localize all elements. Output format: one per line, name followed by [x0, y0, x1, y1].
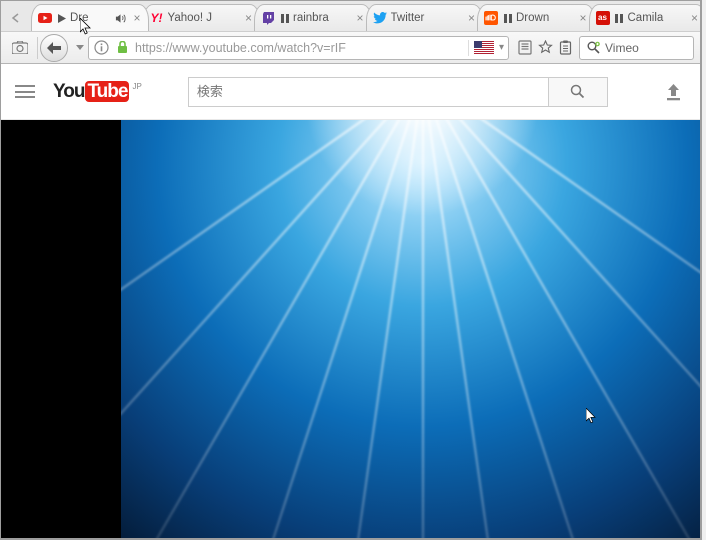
- tab-scroll-left[interactable]: [1, 4, 31, 31]
- page-content: YouTube JP: [1, 64, 700, 538]
- url-bar[interactable]: https://www.youtube.com/watch?v=rIF ▾: [88, 36, 509, 60]
- tab-soundcloud[interactable]: Drown ×: [477, 4, 595, 31]
- flag-us-icon[interactable]: [474, 41, 494, 55]
- video-frame: [121, 120, 700, 538]
- video-player[interactable]: [1, 120, 700, 538]
- close-icon[interactable]: ×: [577, 12, 590, 25]
- youtube-icon: [38, 11, 52, 25]
- pause-icon: [614, 13, 625, 24]
- search-input[interactable]: [188, 77, 548, 107]
- tab-twitter[interactable]: Twitter ×: [366, 4, 484, 31]
- tab-youtube[interactable]: Dre ×: [31, 4, 149, 31]
- tab-title: Drown: [516, 12, 575, 24]
- tab-yahoo[interactable]: Y! Yahoo! J ×: [143, 4, 261, 31]
- twitter-icon: [373, 11, 387, 25]
- twitch-icon: [261, 11, 275, 25]
- tab-title: rainbra: [293, 12, 352, 24]
- bookmark-star-icon[interactable]: [535, 38, 555, 58]
- url-text: https://www.youtube.com/watch?v=rIF: [135, 41, 463, 55]
- upload-button[interactable]: [662, 81, 684, 103]
- tab-title: Camila: [628, 12, 687, 24]
- screenshot-button[interactable]: [7, 35, 33, 61]
- back-button[interactable]: [40, 34, 68, 62]
- site-info-icon[interactable]: [93, 40, 109, 56]
- url-dropdown-icon[interactable]: ▾: [499, 42, 504, 53]
- lastfm-icon: as: [596, 11, 610, 25]
- close-icon[interactable]: ×: [688, 12, 701, 25]
- tab-lastfm[interactable]: as Camila ×: [589, 4, 703, 31]
- speaker-icon[interactable]: [115, 13, 126, 24]
- close-icon[interactable]: ×: [354, 12, 367, 25]
- browser-search-box[interactable]: Vimeo: [579, 36, 694, 60]
- reader-icon[interactable]: [515, 38, 535, 58]
- tab-twitch[interactable]: rainbra ×: [254, 4, 372, 31]
- youtube-header: YouTube JP: [1, 64, 700, 120]
- lock-icon: [114, 40, 130, 56]
- close-icon[interactable]: ×: [131, 12, 144, 25]
- vimeo-search-icon: [586, 41, 600, 55]
- play-icon: [56, 13, 67, 24]
- country-code: JP: [132, 82, 141, 91]
- soundcloud-icon: [484, 11, 498, 25]
- search-icon: [570, 84, 585, 99]
- tab-strip: Dre × Y! Yahoo! J × rainbra × Twit: [1, 1, 700, 31]
- search-engine-label: Vimeo: [605, 41, 639, 55]
- tab-title: Twitter: [391, 12, 464, 24]
- dropdown-history[interactable]: [72, 35, 88, 61]
- nav-bar: https://www.youtube.com/watch?v=rIF ▾ Vi…: [1, 31, 700, 64]
- pause-icon: [279, 13, 290, 24]
- youtube-logo[interactable]: YouTube JP: [53, 81, 142, 103]
- search-button[interactable]: [548, 77, 608, 107]
- video-letterbox: [1, 120, 121, 538]
- tab-title: Dre: [70, 12, 115, 24]
- hamburger-menu-icon[interactable]: [15, 81, 37, 103]
- youtube-search: [188, 77, 608, 107]
- pause-icon: [502, 13, 513, 24]
- mouse-cursor: [586, 408, 598, 426]
- yahoo-icon: Y!: [150, 11, 164, 25]
- tab-title: Yahoo! J: [168, 12, 241, 24]
- clipboard-icon[interactable]: [555, 38, 575, 58]
